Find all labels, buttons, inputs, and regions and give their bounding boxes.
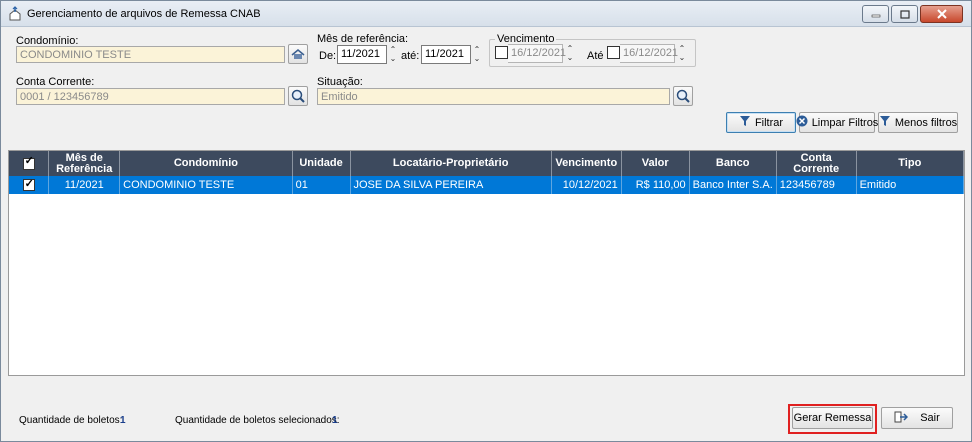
situacao-search-icon[interactable] bbox=[673, 86, 693, 106]
minimize-icon[interactable] bbox=[862, 5, 889, 23]
cnab-window: Gerenciamento de arquivos de Remessa CNA… bbox=[0, 0, 972, 442]
vencimento-to-spinner[interactable]: ⌃ ⌄ bbox=[677, 44, 687, 63]
title-bar: Gerenciamento de arquivos de Remessa CNA… bbox=[1, 1, 971, 27]
limpar-filtros-label: Limpar Filtros bbox=[811, 116, 879, 129]
mes-cell: 11/2021 bbox=[48, 176, 121, 194]
select-all-checkbox[interactable]: ✓ bbox=[22, 155, 35, 170]
clear-filter-icon bbox=[796, 115, 808, 130]
filter-panel: Condomínio: CONDOMINIO TESTE Mês de refe… bbox=[8, 29, 965, 146]
app-icon bbox=[7, 6, 23, 22]
filtrar-label: Filtrar bbox=[754, 116, 784, 129]
column-header[interactable]: Banco bbox=[689, 151, 777, 176]
vencimento-from-spinner[interactable]: ⌃ ⌄ bbox=[565, 44, 575, 63]
unidade-cell: 01 bbox=[292, 176, 351, 194]
menos-filtros-button[interactable]: Menos filtros bbox=[878, 112, 958, 133]
filter-icon bbox=[739, 115, 751, 130]
column-header[interactable]: Tipo bbox=[856, 151, 965, 176]
vencimento-from-checkbox[interactable] bbox=[495, 46, 508, 59]
close-icon[interactable] bbox=[920, 5, 963, 23]
row-checkbox[interactable]: ✓ bbox=[22, 178, 35, 192]
conta-cell: 123456789 bbox=[776, 176, 857, 194]
locatario-cell: JOSE DA SILVA PEREIRA bbox=[350, 176, 552, 194]
vencimento-to-input[interactable]: 16/12/2021 bbox=[620, 44, 678, 63]
vencimento-from-input[interactable]: 16/12/2021 bbox=[508, 44, 566, 63]
valor-cell: R$ 110,00 bbox=[621, 176, 690, 194]
vencimento-ate-label: Até bbox=[587, 50, 604, 62]
sair-button[interactable]: Sair bbox=[881, 407, 953, 429]
mes-de-input[interactable]: 11/2021 bbox=[337, 45, 387, 64]
condominio-cell: CONDOMINIO TESTE bbox=[119, 176, 293, 194]
vencimento-cell: 10/12/2021 bbox=[551, 176, 622, 194]
column-header[interactable]: Conta Corrente bbox=[776, 151, 857, 176]
vencimento-to-checkbox[interactable] bbox=[607, 46, 620, 59]
column-header[interactable]: Condomínio bbox=[119, 151, 293, 176]
window-controls bbox=[862, 5, 963, 23]
column-header[interactable]: Valor bbox=[621, 151, 690, 176]
column-header[interactable]: Unidade bbox=[292, 151, 351, 176]
qtd-boletos-value: 1 bbox=[120, 415, 126, 426]
conta-corrente-field[interactable]: 0001 / 123456789 bbox=[16, 88, 285, 105]
qtd-selecionados-label: Quantidade de boletos selecionados: bbox=[175, 415, 340, 426]
home-search-icon[interactable] bbox=[288, 44, 308, 64]
qtd-boletos-label: Quantidade de boletos: bbox=[19, 415, 123, 426]
conta-corrente-label: Conta Corrente: bbox=[16, 76, 95, 88]
menos-filtros-label: Menos filtros bbox=[894, 116, 958, 129]
filtrar-button[interactable]: Filtrar bbox=[726, 112, 796, 133]
exit-icon bbox=[894, 411, 909, 426]
table-header-row: ✓ Mês de Referência Condomínio Unidade Lo… bbox=[9, 151, 965, 176]
column-header[interactable]: Vencimento bbox=[551, 151, 622, 176]
ate-label: até: bbox=[401, 50, 420, 62]
situacao-label: Situação: bbox=[317, 76, 363, 88]
boletos-grid[interactable]: ✓ Mês de Referência Condomínio Unidade Lo… bbox=[8, 150, 965, 376]
row-select-cell[interactable]: ✓ bbox=[9, 176, 50, 194]
banco-cell: Banco Inter S.A. bbox=[689, 176, 777, 194]
conta-search-icon[interactable] bbox=[288, 86, 308, 106]
mes-ate-input[interactable]: 11/2021 bbox=[421, 45, 471, 64]
sair-label: Sair bbox=[920, 412, 940, 424]
boletos-table: ✓ Mês de Referência Condomínio Unidade Lo… bbox=[9, 151, 965, 194]
limpar-filtros-button[interactable]: Limpar Filtros bbox=[796, 112, 878, 133]
maximize-icon[interactable] bbox=[891, 5, 918, 23]
window-title: Gerenciamento de arquivos de Remessa CNA… bbox=[27, 8, 261, 20]
mes-ate-spinner[interactable]: ⌃ ⌄ bbox=[472, 45, 482, 64]
select-all-column[interactable]: ✓ bbox=[9, 151, 50, 176]
situacao-field[interactable]: Emitido bbox=[317, 88, 670, 105]
tipo-cell: Emitido bbox=[856, 176, 965, 194]
mes-referencia-label: Mês de referência: bbox=[317, 33, 409, 45]
gerar-remessa-highlight bbox=[788, 404, 877, 434]
de-label: De: bbox=[319, 50, 337, 62]
mes-de-spinner[interactable]: ⌃ ⌄ bbox=[388, 45, 398, 64]
column-header[interactable]: Mês de Referência bbox=[48, 151, 121, 176]
condominio-field[interactable]: CONDOMINIO TESTE bbox=[16, 46, 285, 63]
qtd-selecionados-value: 1 bbox=[332, 415, 338, 426]
column-header[interactable]: Locatário-Proprietário bbox=[350, 151, 552, 176]
table-row[interactable]: ✓ 11/2021 CONDOMINIO TESTE 01 JOSE DA SI… bbox=[9, 176, 965, 194]
funnel-icon bbox=[879, 115, 891, 130]
